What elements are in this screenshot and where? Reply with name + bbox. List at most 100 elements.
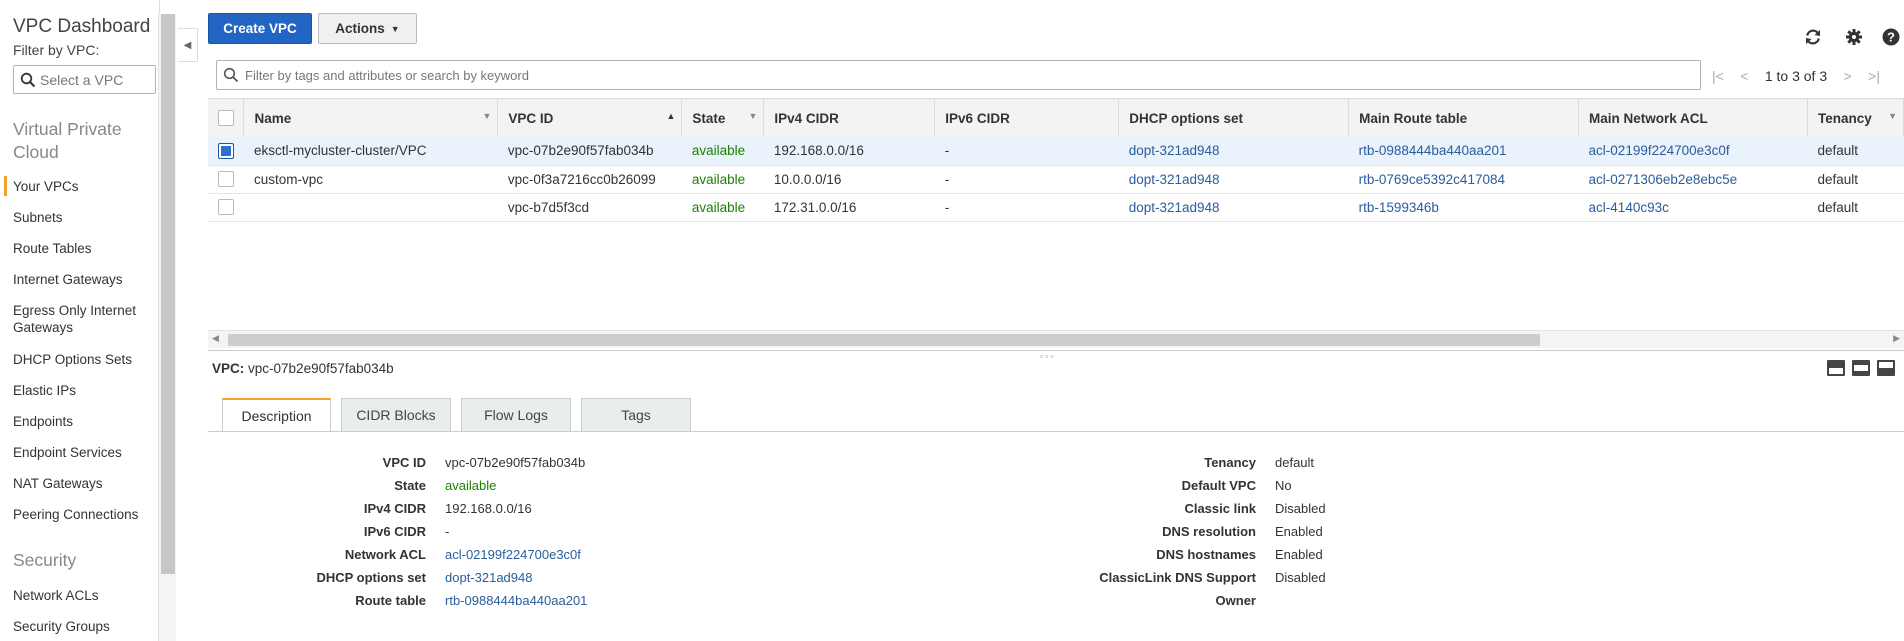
- sort-icon[interactable]: ▼: [1888, 111, 1897, 121]
- collapse-sidebar-button[interactable]: ◀: [178, 28, 198, 62]
- table-row[interactable]: custom-vpc vpc-0f3a7216cc0b26099 availab…: [208, 165, 1904, 193]
- table-header-row: Name ▼ VPC ID ▲ State ▼ IPv4 CIDR IPv6 CIDR…: [208, 99, 1904, 137]
- route-table-link[interactable]: rtb-0988444ba440aa201: [426, 593, 587, 608]
- cell-route-table-link[interactable]: rtb-0769ce5392c417084: [1349, 165, 1579, 193]
- cell-route-table-link[interactable]: rtb-1599346b: [1349, 193, 1579, 221]
- select-all-checkbox-cell[interactable]: [208, 99, 245, 137]
- row-checkbox[interactable]: [218, 142, 234, 159]
- tab-description[interactable]: Description: [222, 398, 331, 432]
- cell-ipv6-cidr: -: [944, 143, 950, 159]
- column-header-dhcp-options-set[interactable]: DHCP options set: [1118, 99, 1350, 137]
- detail-tabs: Description CIDR Blocks Flow Logs Tags: [222, 398, 701, 432]
- cell-ipv6-cidr: -: [944, 171, 950, 187]
- refresh-icon[interactable]: [1802, 26, 1824, 48]
- column-header-main-route-table[interactable]: Main Route table: [1348, 99, 1580, 137]
- last-page-icon[interactable]: >|: [1868, 68, 1880, 84]
- sort-icon[interactable]: ▼: [483, 111, 492, 121]
- sidebar-scrollbar-thumb[interactable]: [161, 14, 175, 574]
- row-checkbox-cell[interactable]: [208, 193, 244, 221]
- row-checkbox-cell[interactable]: [208, 137, 244, 165]
- svg-text:?: ?: [1887, 30, 1895, 45]
- vpc-filter-placeholder: Select a VPC: [40, 71, 124, 88]
- vpc-table: Name ▼ VPC ID ▲ State ▼ IPv4 CIDR IPv6 CIDR…: [208, 98, 1904, 338]
- actions-button[interactable]: Actions ▼: [318, 13, 417, 44]
- select-all-checkbox[interactable]: [218, 110, 234, 127]
- sidebar-item-your-vpcs[interactable]: Your VPCs: [4, 176, 153, 196]
- search-icon: [20, 72, 36, 87]
- sidebar-title[interactable]: VPC Dashboard: [13, 16, 150, 38]
- row-checkbox[interactable]: [218, 199, 234, 216]
- cell-route-table-link[interactable]: rtb-0988444ba440aa201: [1349, 137, 1579, 165]
- cell-network-acl-link[interactable]: acl-0271306eb2e8ebc5e: [1579, 165, 1808, 193]
- cell-state: available: [691, 171, 746, 187]
- sort-icon[interactable]: ▼: [748, 111, 757, 121]
- tab-tags[interactable]: Tags: [581, 398, 691, 431]
- sidebar-item-endpoint-services[interactable]: Endpoint Services: [13, 444, 153, 461]
- layout-split-pane-icon[interactable]: [1852, 360, 1870, 376]
- scroll-left-icon[interactable]: ◀: [212, 333, 219, 344]
- row-checkbox[interactable]: [218, 171, 234, 188]
- cell-vpc-id: vpc-0f3a7216cc0b26099: [507, 171, 656, 187]
- next-page-icon[interactable]: >: [1844, 68, 1852, 84]
- vpc-filter-select[interactable]: Select a VPC: [13, 65, 156, 94]
- pagination-text: 1 to 3 of 3: [1764, 68, 1828, 84]
- sidebar-item-elastic-ips[interactable]: Elastic IPs: [13, 382, 153, 399]
- network-acl-link[interactable]: acl-02199f224700e3c0f: [426, 547, 581, 562]
- tab-flow-logs[interactable]: Flow Logs: [461, 398, 571, 431]
- help-icon[interactable]: ?: [1880, 26, 1902, 48]
- scroll-right-icon[interactable]: ▶: [1893, 333, 1900, 344]
- column-header-ipv4-cidr[interactable]: IPv4 CIDR: [763, 99, 936, 137]
- sort-ascending-icon[interactable]: ▲: [666, 111, 675, 121]
- sidebar-item-peering-connections[interactable]: Peering Connections: [13, 506, 153, 523]
- sidebar-item-internet-gateways[interactable]: Internet Gateways: [13, 271, 153, 288]
- cell-dhcp-link[interactable]: dopt-321ad948: [1119, 193, 1349, 221]
- cell-dhcp-link[interactable]: dopt-321ad948: [1119, 137, 1349, 165]
- filter-by-vpc-label: Filter by VPC:: [13, 42, 100, 58]
- column-header-name[interactable]: Name ▼: [243, 99, 499, 137]
- column-header-vpc-id[interactable]: VPC ID ▲: [497, 99, 683, 137]
- table-horizontal-scrollbar[interactable]: ◀ ▶: [208, 330, 1904, 348]
- column-header-main-network-acl[interactable]: Main Network ACL: [1578, 99, 1808, 137]
- gear-icon[interactable]: [1843, 26, 1865, 48]
- sidebar-item-subnets[interactable]: Subnets: [13, 209, 153, 226]
- create-vpc-button[interactable]: Create VPC: [208, 13, 312, 44]
- detail-header-value: vpc-07b2e90f57fab034b: [248, 361, 394, 376]
- cell-network-acl-link[interactable]: acl-4140c93c: [1579, 193, 1808, 221]
- resize-handle-icon[interactable]: ▫▫▫: [1040, 351, 1056, 361]
- layout-bottom-pane-icon[interactable]: [1827, 360, 1845, 376]
- sidebar: VPC Dashboard Filter by VPC: Select a VP…: [0, 0, 160, 641]
- table-row[interactable]: vpc-b7d5f3cd available 172.31.0.0/16 - d…: [208, 193, 1904, 221]
- detail-row-classiclink-dns-support: ClassicLink DNS Support Disabled: [1099, 570, 1326, 585]
- detail-row-dns-hostnames: DNS hostnames Enabled: [1156, 547, 1323, 562]
- sidebar-item-dhcp-options-sets[interactable]: DHCP Options Sets: [13, 351, 153, 368]
- cell-network-acl-link[interactable]: acl-02199f224700e3c0f: [1579, 137, 1808, 165]
- sidebar-item-nat-gateways[interactable]: NAT Gateways: [13, 475, 153, 492]
- detail-row-ipv6-cidr: IPv6 CIDR -: [363, 524, 450, 539]
- prev-page-icon[interactable]: <: [1740, 68, 1748, 84]
- cell-name: [244, 193, 498, 221]
- dhcp-options-link[interactable]: dopt-321ad948: [426, 570, 532, 585]
- search-icon: [223, 67, 239, 83]
- search-placeholder: Filter by tags and attributes or search …: [245, 67, 529, 83]
- column-header-state[interactable]: State ▼: [681, 99, 765, 137]
- cell-dhcp-link[interactable]: dopt-321ad948: [1119, 165, 1349, 193]
- sidebar-item-route-tables[interactable]: Route Tables: [13, 240, 153, 257]
- pagination: |< < 1 to 3 of 3 > >|: [1712, 66, 1880, 86]
- sidebar-item-endpoints[interactable]: Endpoints: [13, 413, 153, 430]
- sidebar-item-egress-only-internet-gateways[interactable]: Egress Only Internet Gateways: [13, 302, 153, 336]
- layout-top-pane-icon[interactable]: [1877, 360, 1895, 376]
- cell-name: custom-vpc: [253, 171, 324, 187]
- section-virtual-private-cloud: Virtual Private Cloud: [13, 119, 122, 162]
- column-header-tenancy[interactable]: Tenancy ▼: [1807, 99, 1904, 137]
- first-page-icon[interactable]: |<: [1712, 68, 1724, 84]
- search-input[interactable]: Filter by tags and attributes or search …: [216, 60, 1701, 90]
- table-scrollbar-thumb[interactable]: [228, 334, 1540, 346]
- sidebar-scrollbar[interactable]: [158, 14, 176, 641]
- sidebar-item-security-groups[interactable]: Security Groups: [13, 618, 153, 635]
- row-checkbox-cell[interactable]: [208, 165, 244, 193]
- detail-row-vpc-id: VPC ID vpc-07b2e90f57fab034b: [382, 455, 586, 470]
- column-header-ipv6-cidr[interactable]: IPv6 CIDR: [934, 99, 1120, 137]
- sidebar-item-network-acls[interactable]: Network ACLs: [13, 587, 153, 604]
- table-row[interactable]: eksctl-mycluster-cluster/VPC vpc-07b2e90…: [208, 137, 1904, 165]
- tab-cidr-blocks[interactable]: CIDR Blocks: [341, 398, 451, 431]
